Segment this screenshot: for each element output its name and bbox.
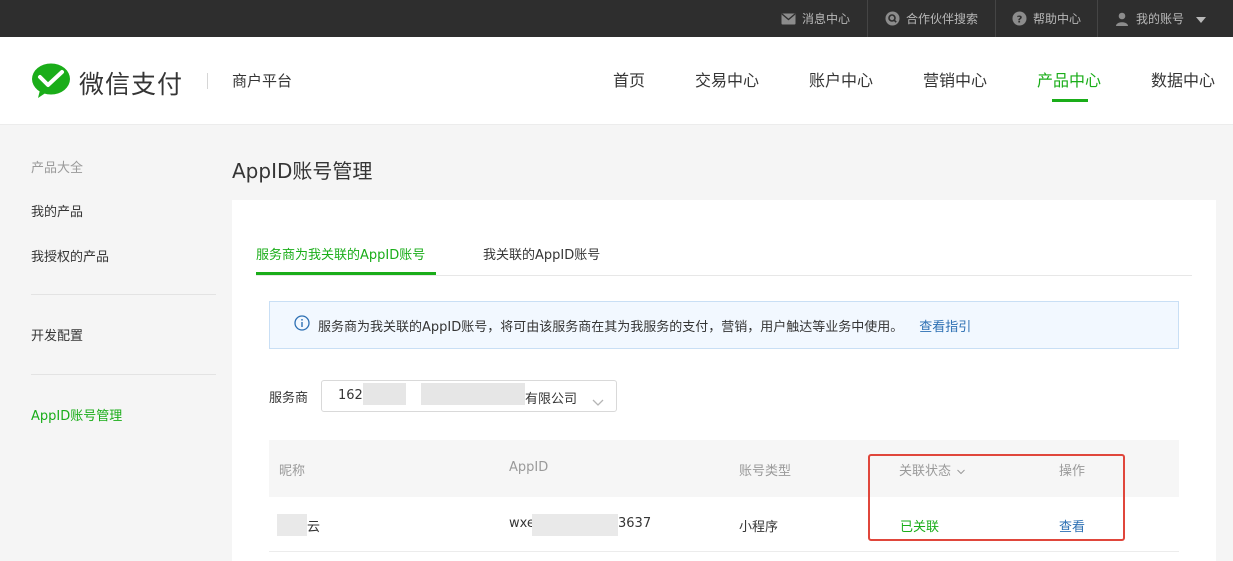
column-header-appid: AppID [509, 460, 549, 475]
column-header-nickname: 昵称 [279, 464, 306, 479]
help-center-label: 帮助中心 [1033, 12, 1082, 26]
redaction-block [363, 383, 406, 405]
nav-transaction-center[interactable]: 交易中心 [695, 67, 759, 91]
tab-provider-linked-appids[interactable]: 服务商为我关联的AppID账号 [256, 244, 425, 263]
my-account-menu[interactable]: 我的账号 [1114, 0, 1207, 37]
nav-data-center[interactable]: 数据中心 [1151, 67, 1215, 91]
column-header-account-type: 账号类型 [739, 464, 792, 479]
cell-nickname: 云 [307, 520, 321, 535]
sidebar-item-authorized-products[interactable]: 我授权的产品 [31, 246, 109, 265]
topbar-divider [995, 0, 996, 37]
nav-product-center[interactable]: 产品中心 [1037, 67, 1101, 91]
nav-account-center[interactable]: 账户中心 [809, 67, 873, 91]
sidebar-category-title: 产品大全 [31, 161, 84, 176]
tab-my-linked-appids[interactable]: 我关联的AppID账号 [483, 244, 600, 263]
main-header: 微信支付 商户平台 首页 交易中心 账户中心 营销中心 产品中心 数据中心 [0, 37, 1233, 125]
cell-account-type: 小程序 [739, 520, 779, 535]
page-title: AppID账号管理 [232, 159, 373, 183]
nav-active-indicator [1052, 99, 1088, 102]
user-icon [1114, 11, 1130, 27]
wechat-pay-logo[interactable]: 微信支付 [31, 63, 183, 103]
partner-search-link[interactable]: 合作伙伴搜索 [884, 0, 978, 37]
cell-appid-suffix: 3637 [618, 516, 652, 531]
select-value-suffix: 有限公司 [525, 392, 578, 407]
service-provider-label: 服务商 [269, 391, 309, 406]
annotation-highlight-box [868, 454, 1125, 541]
redaction-block [532, 514, 618, 536]
brand-name: 微信支付 [79, 70, 184, 99]
notice-text: 服务商为我关联的AppID账号，将可由该服务商在其为我服务的支付，营销，用户触达… [318, 319, 904, 335]
sidebar-item-dev-config[interactable]: 开发配置 [31, 325, 83, 344]
message-center-link[interactable]: 消息中心 [780, 0, 850, 37]
nav-home[interactable]: 首页 [613, 67, 645, 91]
platform-name: 商户平台 [232, 72, 293, 90]
sidebar-divider [31, 294, 216, 295]
sidebar-item-appid-management[interactable]: AppID账号管理 [31, 405, 122, 424]
help-center-link[interactable]: ? 帮助中心 [1011, 0, 1081, 37]
partner-search-label: 合作伙伴搜索 [906, 12, 979, 26]
my-account-label: 我的账号 [1136, 12, 1185, 26]
service-provider-select[interactable]: 162 有限公司 [321, 380, 617, 412]
topbar-divider [867, 0, 868, 37]
chevron-down-icon [592, 392, 604, 411]
top-utility-bar: 消息中心 合作伙伴搜索 ? 帮助中心 我的账号 [0, 0, 1233, 37]
search-icon [884, 11, 900, 27]
notice-banner: 服务商为我关联的AppID账号，将可由该服务商在其为我服务的支付，营销，用户触达… [269, 301, 1179, 349]
view-guide-link[interactable]: 查看指引 [919, 316, 971, 335]
tab-active-indicator [256, 272, 436, 275]
info-icon [294, 315, 310, 335]
help-icon: ? [1011, 11, 1027, 27]
header-divider [207, 73, 208, 89]
tab-bar-divider [256, 275, 1192, 276]
svg-text:?: ? [1016, 15, 1022, 26]
redaction-block [421, 383, 525, 405]
wechat-pay-logo-icon [31, 63, 71, 103]
redaction-block [277, 514, 307, 536]
sidebar-divider [31, 374, 216, 375]
sidebar-item-my-products[interactable]: 我的产品 [31, 201, 83, 220]
topbar-divider [1097, 0, 1098, 37]
select-value-prefix: 162 [338, 388, 363, 403]
message-center-label: 消息中心 [802, 12, 851, 26]
caret-down-icon [1196, 12, 1207, 26]
nav-marketing-center[interactable]: 营销中心 [923, 67, 987, 91]
mail-icon [780, 11, 796, 27]
